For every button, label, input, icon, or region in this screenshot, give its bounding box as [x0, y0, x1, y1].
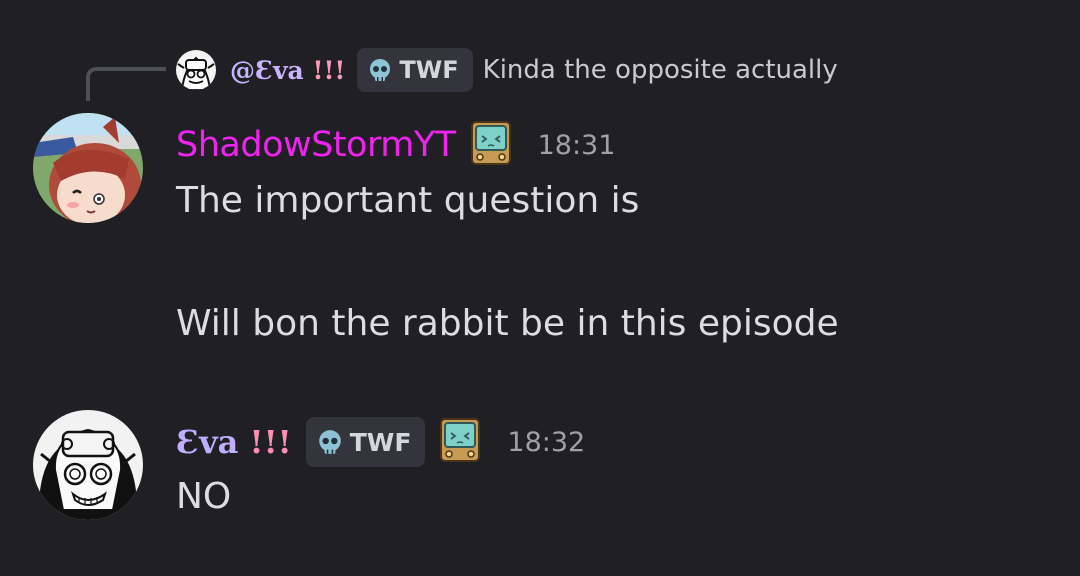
skull-icon — [318, 430, 341, 454]
tv-icon[interactable] — [470, 120, 512, 170]
chat-view: @Ɛva !!! TWF Kinda the opposite actually — [0, 0, 1080, 576]
reply-username[interactable]: @Ɛva !!! — [230, 56, 345, 85]
reply-tag-label: TWF — [399, 56, 459, 84]
message-header-1: ShadowStormYT 18:31 — [176, 120, 615, 170]
reply-text[interactable]: Kinda the opposite actually — [483, 55, 838, 85]
timestamp-1[interactable]: 18:31 — [538, 130, 616, 161]
username-shadowstorm[interactable]: ShadowStormYT — [176, 125, 456, 165]
username-eva[interactable]: Ɛva !!! — [176, 423, 292, 461]
reply-preview[interactable]: @Ɛva !!! TWF Kinda the opposite actually — [176, 48, 838, 92]
message-line: NO — [176, 476, 232, 517]
guild-tag[interactable]: TWF — [305, 417, 426, 467]
reply-spine — [86, 67, 166, 101]
avatar-eva[interactable] — [33, 410, 143, 520]
avatar-shadowstorm[interactable] — [33, 113, 143, 223]
skull-icon — [370, 59, 391, 81]
timestamp-2[interactable]: 18:32 — [507, 427, 585, 458]
reply-guild-tag[interactable]: TWF — [357, 48, 473, 92]
tv-icon[interactable] — [439, 417, 481, 467]
message-header-2: Ɛva !!! TWF 18:32 — [176, 417, 585, 467]
reply-avatar[interactable] — [176, 50, 216, 90]
message-line: The important question is — [176, 180, 640, 221]
tag-label: TWF — [349, 427, 412, 457]
message-line: Will bon the rabbit be in this episode — [176, 303, 839, 344]
